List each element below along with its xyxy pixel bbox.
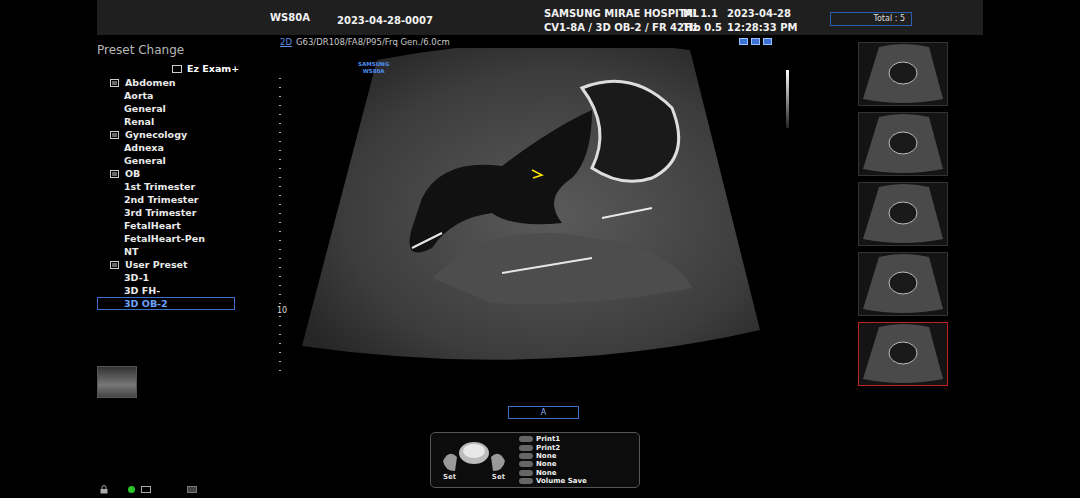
preset-item[interactable]: Aorta (97, 89, 235, 102)
display-icon[interactable] (751, 38, 760, 45)
header-bar: WS80A2023-04-28-0007SAMSUNG MIRAE HOSPIT… (97, 0, 983, 35)
ultrasound-image (292, 48, 772, 388)
preset-item[interactable]: 3rd Trimester (97, 206, 235, 219)
thumbnail-image (859, 43, 947, 105)
preset-item[interactable]: Adnexa (97, 141, 235, 154)
ez-exam-button[interactable]: Ez Exam+ (97, 63, 272, 75)
marker-label: A (508, 406, 579, 419)
thumbnail-image (859, 323, 947, 385)
folder-icon (110, 131, 119, 139)
preset-item[interactable]: 2nd Trimester (97, 193, 235, 206)
image-area: 2DG63/DR108/FA8/P95/Frq Gen./6.0cm 10 SAMS… (272, 35, 850, 498)
preset-item[interactable]: General (97, 102, 235, 115)
thumbnail-image (859, 183, 947, 245)
total-count: Total : 5 (830, 12, 912, 26)
probe-thumbnail (97, 366, 137, 398)
folder-icon (110, 79, 119, 87)
set-button[interactable]: Set (443, 473, 456, 481)
soft-key-list: Print1Print2NoneNoneNoneVolume Save (519, 435, 587, 485)
imaging-params: 2DG63/DR108/FA8/P95/Frq Gen./6.0cm (272, 35, 850, 48)
folder-icon (110, 170, 119, 178)
power-indicator (128, 486, 135, 493)
thumbnail-strip (850, 35, 983, 498)
scanner-logo: SAMSUNGWS80A (358, 61, 389, 75)
preset-item[interactable]: Renal (97, 115, 235, 128)
preset-item[interactable]: 1st Trimester (97, 180, 235, 193)
index-info: MI 1.1TIb 0.5 (683, 0, 727, 35)
soft-key[interactable]: None (519, 452, 587, 460)
depth-label: 10 (277, 306, 292, 316)
image-thumbnail[interactable] (858, 252, 948, 316)
preset-item[interactable]: NT (97, 245, 235, 258)
set-button[interactable]: Set (492, 473, 505, 481)
card-icon (141, 486, 151, 493)
preset-item[interactable]: 3D FH- (97, 284, 235, 297)
depth-ruler: 10 (272, 48, 292, 396)
control-panel: SetSetPrint1Print2NoneNoneNoneVolume Sav… (430, 432, 640, 488)
soft-key[interactable]: None (519, 469, 587, 477)
preset-item[interactable]: User Preset (97, 258, 235, 271)
folder-icon (110, 261, 119, 269)
preset-item[interactable]: 3D OB-2 (97, 297, 235, 310)
status-icons (97, 485, 272, 494)
preset-item[interactable]: OB (97, 167, 235, 180)
soft-key[interactable]: Print2 (519, 443, 587, 451)
thumbnail-image (859, 253, 947, 315)
preset-panel: Preset ChangeEz Exam+AbdomenAortaGeneral… (97, 35, 272, 498)
soft-key[interactable]: None (519, 460, 587, 468)
display-icon[interactable] (739, 38, 748, 45)
trackball-icon[interactable] (441, 439, 507, 475)
image-thumbnail[interactable] (858, 182, 948, 246)
soft-key[interactable]: Print1 (519, 435, 587, 443)
image-thumbnail[interactable] (858, 322, 948, 386)
image-thumbnail[interactable] (858, 112, 948, 176)
preset-item[interactable]: General (97, 154, 235, 167)
date-time: 2023-04-2812:28:33 PM (727, 0, 830, 35)
preset-item[interactable]: FetalHeart (97, 219, 235, 232)
preset-item[interactable]: 3D-1 (97, 271, 235, 284)
preset-item[interactable]: Abdomen (97, 76, 235, 89)
soft-key[interactable]: Volume Save (519, 477, 587, 485)
mode-label[interactable]: 2D (280, 37, 292, 47)
lock-icon (100, 485, 108, 494)
preset-list: AbdomenAortaGeneralRenalGynecologyAdnexa… (97, 76, 272, 310)
display-icon[interactable] (763, 38, 772, 45)
image-thumbnail[interactable] (858, 42, 948, 106)
thumbnail-image (859, 113, 947, 175)
preset-item[interactable]: FetalHeart-Pen (97, 232, 235, 245)
keyboard-icon (187, 486, 197, 493)
grayscale-bar (786, 70, 789, 128)
ultrasound-screen: WS80A2023-04-28-0007SAMSUNG MIRAE HOSPIT… (0, 0, 1080, 498)
preset-item[interactable]: Gynecology (97, 128, 235, 141)
patient-id: 2023-04-28-0007 (337, 0, 544, 35)
model: WS80A (270, 12, 337, 23)
hospital-info: SAMSUNG MIRAE HOSPITALCV1-8A / 3D OB-2 /… (544, 0, 683, 35)
exam-icon (172, 65, 182, 73)
preset-title: Preset Change (97, 43, 272, 57)
